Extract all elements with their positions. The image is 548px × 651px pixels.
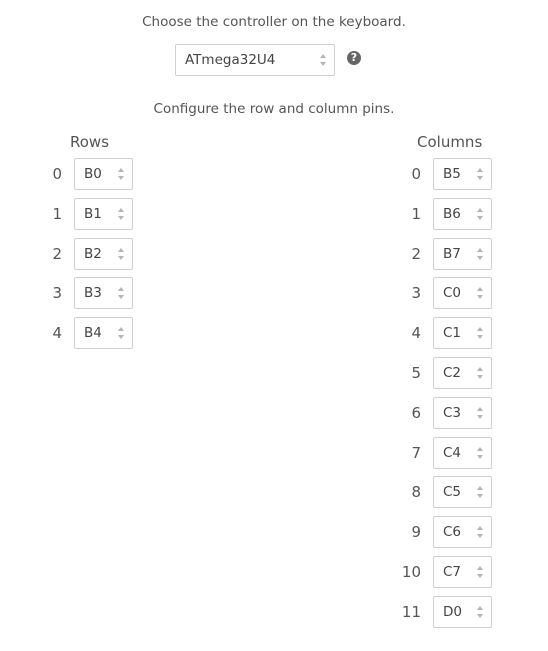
column-pin-select[interactable]: C4 bbox=[433, 437, 492, 469]
sort-arrows-icon bbox=[118, 327, 124, 339]
row-index: 4 bbox=[52, 324, 62, 342]
column-pin-select[interactable]: C3 bbox=[433, 397, 492, 429]
sort-arrows-icon bbox=[118, 168, 124, 180]
pins-instruction: Configure the row and column pins. bbox=[153, 101, 395, 117]
sort-arrows-icon bbox=[477, 566, 483, 578]
column-pin-value: B7 bbox=[443, 246, 461, 262]
sort-arrows-icon bbox=[477, 407, 483, 419]
column-pin-select[interactable]: C2 bbox=[433, 357, 492, 389]
row-pin-select[interactable]: B3 bbox=[74, 277, 133, 309]
sort-arrows-icon bbox=[477, 287, 483, 299]
sort-arrows-icon bbox=[477, 606, 483, 618]
column-pin-select[interactable]: C7 bbox=[433, 556, 492, 588]
column-pin-select[interactable]: B6 bbox=[433, 198, 492, 230]
column-index: 6 bbox=[411, 404, 421, 422]
row-index: 1 bbox=[52, 205, 62, 223]
column-index: 9 bbox=[411, 523, 421, 541]
column-pin-select[interactable]: B5 bbox=[433, 158, 492, 190]
column-pin-value: C0 bbox=[443, 285, 462, 301]
column-index: 8 bbox=[411, 483, 421, 501]
rows-heading: Rows bbox=[70, 133, 110, 151]
row-pin-value: B1 bbox=[84, 206, 102, 222]
column-pin-value: C7 bbox=[443, 564, 462, 580]
column-pin-value: C1 bbox=[443, 325, 462, 341]
sort-arrows-icon bbox=[477, 486, 483, 498]
row-pin-select[interactable]: B4 bbox=[74, 317, 133, 349]
columns-heading: Columns bbox=[417, 133, 483, 151]
column-index: 7 bbox=[411, 444, 421, 462]
sort-arrows-icon bbox=[477, 447, 483, 459]
column-pin-value: C4 bbox=[443, 445, 462, 461]
row-pin-value: B3 bbox=[84, 285, 102, 301]
sort-arrows-icon bbox=[477, 248, 483, 260]
row-pin-select[interactable]: B1 bbox=[74, 198, 133, 230]
column-pin-value: C6 bbox=[443, 524, 462, 540]
sort-arrows-icon bbox=[477, 208, 483, 220]
sort-arrows-icon bbox=[477, 367, 483, 379]
sort-arrows-icon bbox=[477, 327, 483, 339]
row-index: 2 bbox=[52, 245, 62, 263]
row-pin-value: B4 bbox=[84, 325, 102, 341]
controller-instruction: Choose the controller on the keyboard. bbox=[142, 14, 406, 30]
column-pin-select[interactable]: C1 bbox=[433, 317, 492, 349]
column-pin-value: D0 bbox=[443, 604, 462, 620]
column-pin-select[interactable]: D0 bbox=[433, 596, 492, 628]
column-pin-select[interactable]: C0 bbox=[433, 277, 492, 309]
column-index: 3 bbox=[411, 284, 421, 302]
sort-arrows-icon bbox=[477, 168, 483, 180]
sort-arrows-icon bbox=[118, 287, 124, 299]
row-pin-value: B2 bbox=[84, 246, 102, 262]
sort-arrows-icon bbox=[118, 208, 124, 220]
sort-arrows-icon bbox=[477, 526, 483, 538]
row-pin-select[interactable]: B0 bbox=[74, 158, 133, 190]
column-index: 4 bbox=[411, 324, 421, 342]
column-pin-value: C5 bbox=[443, 484, 462, 500]
column-index: 11 bbox=[401, 603, 421, 621]
column-pin-value: C3 bbox=[443, 405, 462, 421]
question-circle-icon[interactable]: ? bbox=[347, 51, 361, 65]
column-index: 10 bbox=[401, 563, 421, 581]
column-pin-value: B6 bbox=[443, 206, 461, 222]
row-pin-value: B0 bbox=[84, 166, 102, 182]
column-pin-value: C2 bbox=[443, 365, 462, 381]
column-index: 0 bbox=[411, 165, 421, 183]
column-pin-select[interactable]: B7 bbox=[433, 238, 492, 270]
column-pin-select[interactable]: C5 bbox=[433, 476, 492, 508]
row-pin-select[interactable]: B2 bbox=[74, 238, 133, 270]
row-index: 3 bbox=[52, 284, 62, 302]
column-index: 1 bbox=[411, 205, 421, 223]
row-index: 0 bbox=[52, 165, 62, 183]
column-index: 5 bbox=[411, 364, 421, 382]
sort-arrows-icon bbox=[320, 54, 326, 66]
column-pin-value: B5 bbox=[443, 166, 461, 182]
controller-select[interactable]: ATmega32U4 bbox=[175, 44, 335, 76]
column-pin-select[interactable]: C6 bbox=[433, 516, 492, 548]
column-index: 2 bbox=[411, 245, 421, 263]
sort-arrows-icon bbox=[118, 248, 124, 260]
controller-select-value: ATmega32U4 bbox=[185, 52, 276, 68]
